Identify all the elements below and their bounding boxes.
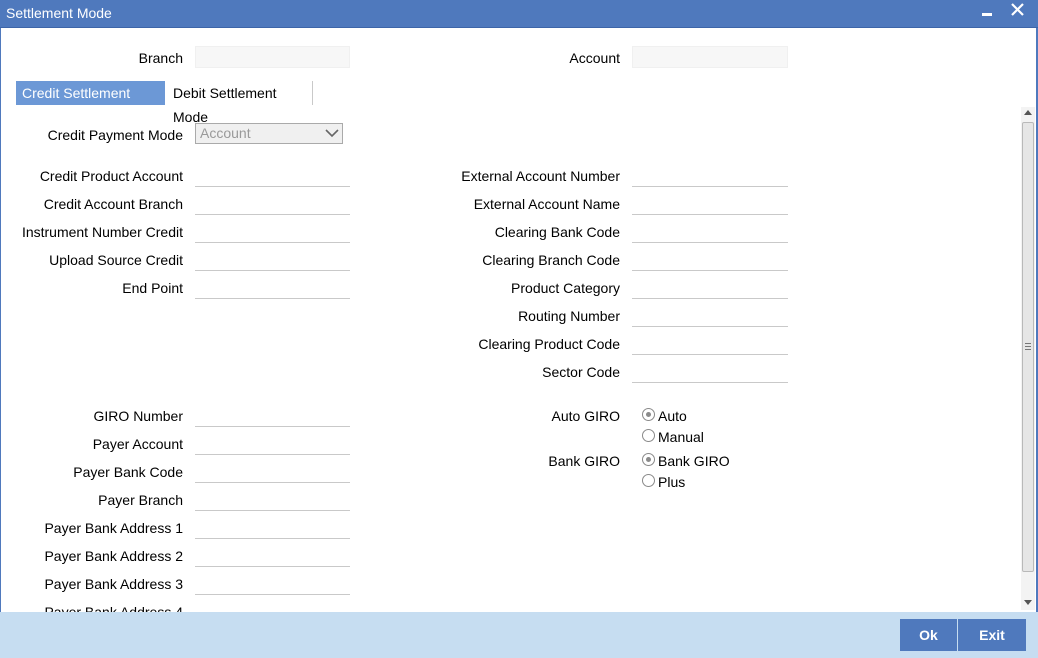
end-point-field[interactable] — [195, 275, 350, 299]
bank-giro-label: Bank GIRO — [548, 453, 620, 469]
credit-payment-mode-label: Credit Payment Mode — [47, 127, 183, 143]
payer-bank-address-1-field[interactable] — [195, 515, 350, 539]
auto-giro-auto-label: Auto — [658, 408, 687, 424]
upload-source-credit-field[interactable] — [195, 247, 350, 271]
clearing-product-code-label: Clearing Product Code — [478, 336, 620, 352]
payer-bank-address-1-label: Payer Bank Address 1 — [44, 520, 183, 536]
dialog-footer — [0, 612, 1038, 658]
scroll-grip-icon — [1025, 343, 1031, 350]
window-titlebar: Settlement Mode — [0, 0, 1038, 28]
payer-account-label: Payer Account — [92, 436, 183, 452]
chevron-down-icon — [325, 129, 339, 138]
scroll-up-icon[interactable] — [1024, 109, 1032, 115]
credit-product-account-label: Credit Product Account — [39, 168, 183, 184]
credit-payment-mode-select[interactable]: Account — [195, 123, 343, 144]
product-category-label: Product Category — [511, 280, 620, 296]
payer-bank-code-label: Payer Bank Code — [73, 464, 183, 480]
payer-bank-address-4-label: Payer Bank Address 4 — [44, 604, 183, 612]
end-point-label: End Point — [122, 280, 183, 296]
ok-button[interactable]: Ok — [900, 619, 957, 651]
payer-bank-address-2-label: Payer Bank Address 2 — [44, 548, 183, 564]
window-title: Settlement Mode — [6, 5, 112, 21]
payer-account-field[interactable] — [195, 431, 350, 455]
auto-giro-manual-radio[interactable] — [642, 429, 655, 442]
payer-branch-label: Payer Branch — [98, 492, 183, 508]
product-category-field[interactable] — [632, 275, 788, 299]
close-icon — [1011, 3, 1024, 16]
payer-branch-field[interactable] — [195, 487, 350, 511]
external-account-name-label: External Account Name — [473, 196, 620, 212]
clearing-bank-code-label: Clearing Bank Code — [494, 224, 620, 240]
clearing-branch-code-label: Clearing Branch Code — [482, 252, 620, 268]
external-account-number-label: External Account Number — [461, 168, 620, 184]
clearing-branch-code-field[interactable] — [632, 247, 788, 271]
instrument-number-credit-field[interactable] — [195, 219, 350, 243]
external-account-name-field[interactable] — [632, 191, 788, 215]
minimize-button[interactable] — [976, 0, 998, 26]
auto-giro-manual-label: Manual — [658, 429, 704, 445]
payer-bank-address-4-field[interactable] — [195, 599, 350, 612]
exit-button[interactable]: Exit — [958, 619, 1026, 651]
giro-number-label: GIRO Number — [93, 408, 183, 424]
instrument-number-credit-label: Instrument Number Credit — [21, 224, 183, 240]
payer-bank-address-2-field[interactable] — [195, 543, 350, 567]
clearing-bank-code-field[interactable] — [632, 219, 788, 243]
content-area: Credit Payment Mode Account Credit Produ… — [0, 28, 1020, 612]
giro-number-field[interactable] — [195, 403, 350, 427]
close-button[interactable] — [1007, 0, 1029, 26]
content-inner: Credit Payment Mode Account Credit Produ… — [0, 28, 1020, 612]
payer-bank-address-3-field[interactable] — [195, 571, 350, 595]
upload-source-credit-label: Upload Source Credit — [49, 252, 183, 268]
auto-giro-label: Auto GIRO — [551, 408, 620, 424]
minimize-icon — [982, 13, 992, 16]
payer-bank-code-field[interactable] — [195, 459, 350, 483]
sector-code-label: Sector Code — [542, 364, 620, 380]
credit-product-account-field[interactable] — [195, 163, 350, 187]
credit-payment-mode-value: Account — [200, 125, 251, 141]
routing-number-field[interactable] — [632, 303, 788, 327]
sector-code-field[interactable] — [632, 359, 788, 383]
clearing-product-code-field[interactable] — [632, 331, 788, 355]
routing-number-label: Routing Number — [518, 308, 620, 324]
bank-giro-plus-radio[interactable] — [642, 474, 655, 487]
credit-account-branch-field[interactable] — [195, 191, 350, 215]
bank-giro-plus-label: Plus — [658, 474, 686, 490]
payer-bank-address-3-label: Payer Bank Address 3 — [44, 576, 183, 592]
auto-giro-auto-radio[interactable] — [642, 408, 655, 421]
credit-account-branch-label: Credit Account Branch — [43, 196, 183, 212]
external-account-number-field[interactable] — [632, 163, 788, 187]
bank-giro-bank-giro-radio[interactable] — [642, 453, 655, 466]
scroll-down-icon[interactable] — [1024, 600, 1032, 606]
bank-giro-bank-giro-label: Bank GIRO — [658, 453, 730, 469]
